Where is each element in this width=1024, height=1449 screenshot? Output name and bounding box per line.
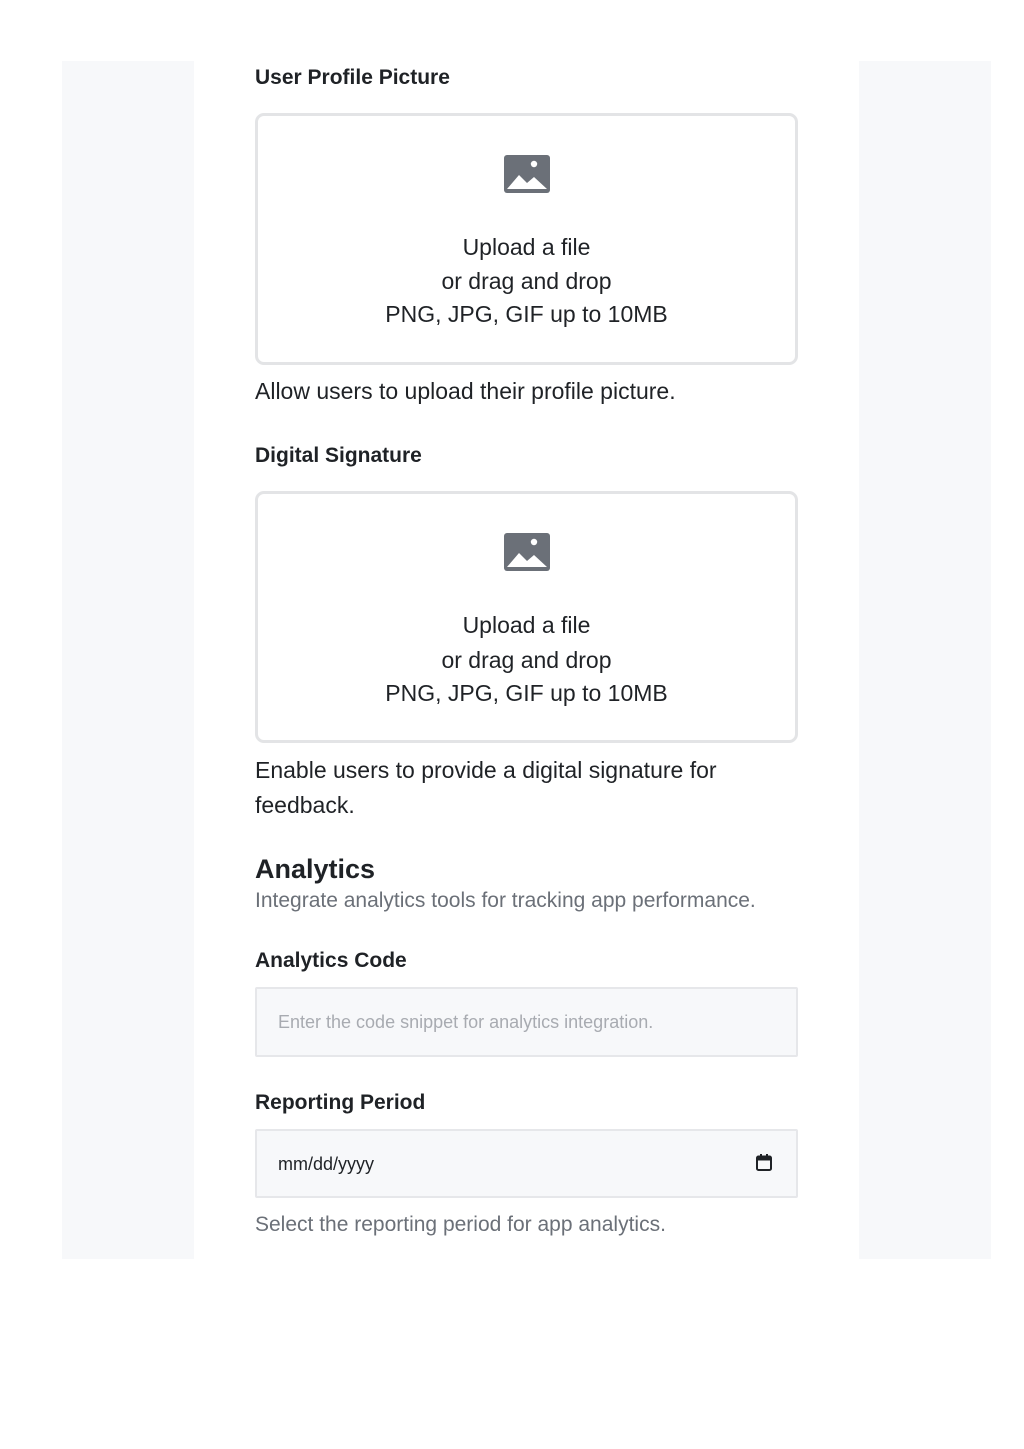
analytics-description: Integrate analytics tools for tracking a… bbox=[255, 889, 756, 912]
reporting-period-helper: Select the reporting period for app anal… bbox=[255, 1213, 666, 1236]
profile-picture-label: User Profile Picture bbox=[255, 66, 450, 89]
form-panel: User Profile Picture Upload a file or dr… bbox=[194, 61, 859, 1259]
calendar-icon[interactable] bbox=[756, 1154, 772, 1171]
signature-field: Digital Signature bbox=[255, 439, 798, 471]
profile-picture-upload-link[interactable]: Upload a file bbox=[258, 232, 795, 262]
profile-picture-dropzone[interactable]: Upload a file or drag and drop PNG, JPG,… bbox=[255, 113, 798, 365]
signature-helper-line-1: Enable users to provide a digital signat… bbox=[255, 757, 717, 783]
profile-picture-field: User Profile Picture bbox=[255, 61, 798, 93]
signature-dropzone[interactable]: Upload a file or drag and drop PNG, JPG,… bbox=[255, 491, 798, 743]
analytics-code-field: Analytics Code bbox=[255, 946, 798, 976]
profile-picture-formats: PNG, JPG, GIF up to 10MB bbox=[385, 301, 668, 327]
signature-helper-wrapper: Enable users to provide a digital signat… bbox=[255, 753, 798, 823]
profile-picture-helper-wrapper: Allow users to upload their profile pict… bbox=[255, 374, 798, 409]
profile-picture-dropzone-wrapper: Upload a file or drag and drop PNG, JPG,… bbox=[255, 113, 798, 365]
reporting-period-label: Reporting Period bbox=[255, 1091, 426, 1114]
signature-drag-text: or drag and drop bbox=[441, 647, 612, 673]
signature-formats: PNG, JPG, GIF up to 10MB bbox=[385, 680, 668, 706]
reporting-period-helper-wrapper: Select the reporting period for app anal… bbox=[255, 1211, 798, 1239]
signature-upload-link[interactable]: Upload a file bbox=[258, 610, 795, 640]
signature-helper-line-2: feedback. bbox=[255, 792, 355, 818]
analytics-header: Analytics Integrate analytics tools for … bbox=[255, 853, 798, 915]
reporting-period-placeholder: mm/dd/yyyy bbox=[278, 1154, 375, 1174]
analytics-code-input[interactable] bbox=[255, 987, 798, 1057]
signature-dropzone-wrapper: Upload a file or drag and drop PNG, JPG,… bbox=[255, 491, 798, 743]
profile-picture-drag-text: or drag and drop bbox=[441, 268, 612, 294]
signature-label: Digital Signature bbox=[255, 444, 422, 467]
image-icon bbox=[504, 533, 550, 571]
image-icon bbox=[504, 155, 550, 193]
analytics-title: Analytics bbox=[255, 854, 376, 884]
reporting-period-field: Reporting Period bbox=[255, 1088, 798, 1118]
analytics-code-input-wrapper bbox=[255, 987, 798, 1057]
reporting-period-input-wrapper: mm/dd/yyyy bbox=[255, 1129, 798, 1198]
analytics-code-label: Analytics Code bbox=[255, 949, 407, 972]
profile-picture-helper: Allow users to upload their profile pict… bbox=[255, 378, 676, 404]
reporting-period-input[interactable]: mm/dd/yyyy bbox=[255, 1129, 798, 1198]
